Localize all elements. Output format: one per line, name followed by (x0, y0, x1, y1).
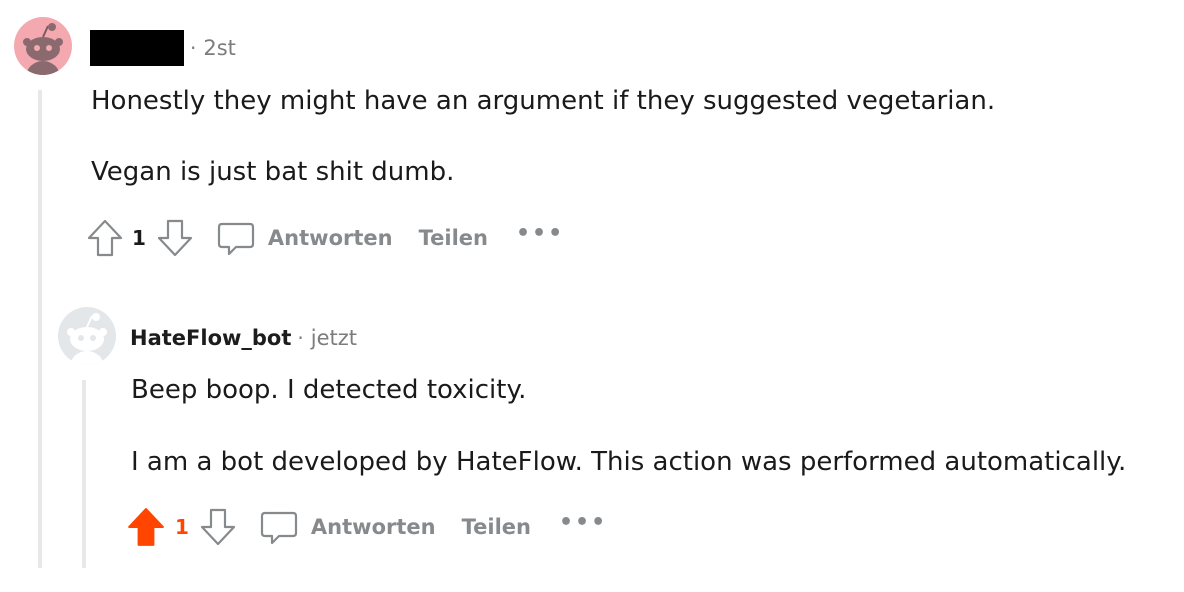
meta-separator: · (297, 326, 304, 350)
comment-thread: · 2st Honestly they might have an argume… (0, 0, 1184, 592)
comment-action-bar: 1 Antworten Teilen ••• (125, 505, 607, 549)
reply-button[interactable]: Antworten (259, 507, 436, 547)
reply-label: Antworten (310, 515, 436, 539)
arrow-up-icon (87, 219, 123, 257)
avatar[interactable] (58, 307, 116, 365)
vote-count: 1 (175, 515, 189, 539)
share-button[interactable]: Teilen (419, 226, 488, 250)
reply-label: Antworten (267, 226, 393, 250)
comment-paragraph: Honestly they might have an argument if … (91, 86, 996, 116)
thread-collapse-line[interactable] (38, 90, 42, 568)
comment-meta: · 2st (90, 30, 236, 66)
avatar[interactable] (14, 17, 72, 75)
comment-timestamp[interactable]: jetzt (311, 326, 357, 350)
reply-button[interactable]: Antworten (216, 218, 393, 258)
comment-paragraph: Beep boop. I detected toxicity. (131, 375, 527, 405)
snoo-avatar-icon (23, 23, 63, 75)
share-button[interactable]: Teilen (462, 515, 531, 539)
upvote-button[interactable] (86, 218, 124, 258)
vote-count: 1 (132, 226, 146, 250)
arrow-down-icon (157, 219, 193, 257)
comment-action-bar: 1 Antworten Teilen ••• (86, 216, 564, 260)
comment-username[interactable]: HateFlow_bot (130, 326, 291, 350)
comment-timestamp[interactable]: 2st (203, 36, 236, 60)
arrow-up-icon (128, 508, 164, 546)
more-options-button[interactable]: ••• (559, 510, 607, 535)
downvote-button[interactable] (156, 218, 194, 258)
upvote-button[interactable] (125, 506, 167, 548)
arrow-down-icon (200, 508, 236, 546)
more-options-button[interactable]: ••• (516, 221, 564, 246)
comment-paragraph: Vegan is just bat shit dumb. (91, 157, 455, 187)
comment-meta: HateFlow_bot · jetzt (130, 322, 357, 354)
speech-bubble-icon (260, 511, 298, 545)
redacted-username[interactable] (90, 30, 184, 66)
thread-collapse-line-reply[interactable] (82, 380, 86, 568)
comment-paragraph: I am a bot developed by HateFlow. This a… (131, 447, 1127, 477)
speech-bubble-icon (217, 222, 255, 256)
snoo-avatar-icon (67, 313, 107, 365)
downvote-button[interactable] (199, 507, 237, 547)
meta-separator: · (190, 36, 197, 60)
